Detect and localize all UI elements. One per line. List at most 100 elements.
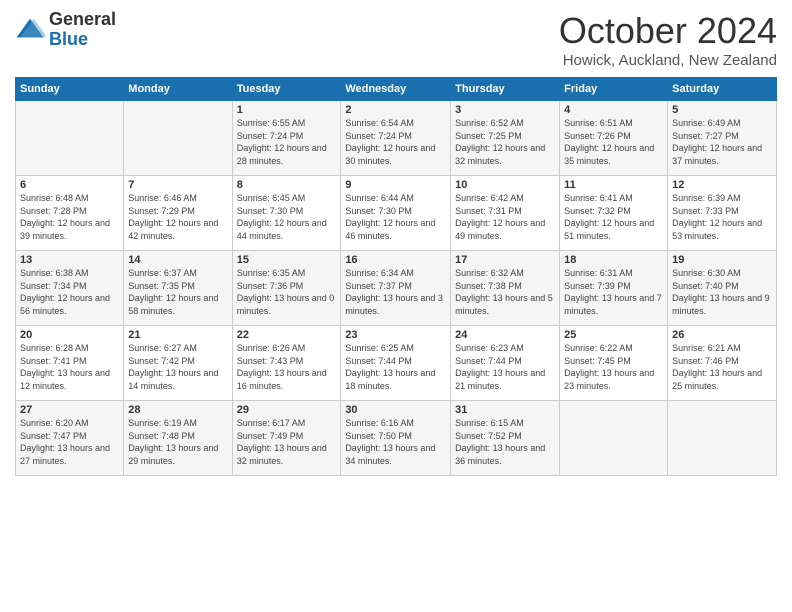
weekday-header-monday: Monday	[124, 78, 232, 101]
calendar-cell: 18Sunrise: 6:31 AMSunset: 7:39 PMDayligh…	[560, 251, 668, 326]
calendar-cell: 19Sunrise: 6:30 AMSunset: 7:40 PMDayligh…	[668, 251, 777, 326]
calendar-cell: 28Sunrise: 6:19 AMSunset: 7:48 PMDayligh…	[124, 401, 232, 476]
day-info: Sunrise: 6:25 AMSunset: 7:44 PMDaylight:…	[345, 342, 446, 392]
day-number: 29	[237, 404, 337, 416]
calendar-week-2: 6Sunrise: 6:48 AMSunset: 7:28 PMDaylight…	[16, 176, 777, 251]
day-info: Sunrise: 6:26 AMSunset: 7:43 PMDaylight:…	[237, 342, 337, 392]
calendar-cell: 7Sunrise: 6:46 AMSunset: 7:29 PMDaylight…	[124, 176, 232, 251]
calendar-cell: 23Sunrise: 6:25 AMSunset: 7:44 PMDayligh…	[341, 326, 451, 401]
day-number: 12	[672, 179, 772, 191]
calendar-cell	[124, 101, 232, 176]
day-number: 18	[564, 254, 663, 266]
calendar-cell: 17Sunrise: 6:32 AMSunset: 7:38 PMDayligh…	[451, 251, 560, 326]
day-info: Sunrise: 6:54 AMSunset: 7:24 PMDaylight:…	[345, 117, 446, 167]
day-number: 30	[345, 404, 446, 416]
calendar-cell: 13Sunrise: 6:38 AMSunset: 7:34 PMDayligh…	[16, 251, 124, 326]
day-info: Sunrise: 6:19 AMSunset: 7:48 PMDaylight:…	[128, 417, 227, 467]
day-info: Sunrise: 6:49 AMSunset: 7:27 PMDaylight:…	[672, 117, 772, 167]
day-number: 14	[128, 254, 227, 266]
day-info: Sunrise: 6:55 AMSunset: 7:24 PMDaylight:…	[237, 117, 337, 167]
calendar-week-3: 13Sunrise: 6:38 AMSunset: 7:34 PMDayligh…	[16, 251, 777, 326]
calendar-week-1: 1Sunrise: 6:55 AMSunset: 7:24 PMDaylight…	[16, 101, 777, 176]
calendar-cell: 11Sunrise: 6:41 AMSunset: 7:32 PMDayligh…	[560, 176, 668, 251]
day-info: Sunrise: 6:51 AMSunset: 7:26 PMDaylight:…	[564, 117, 663, 167]
day-number: 26	[672, 329, 772, 341]
day-number: 10	[455, 179, 555, 191]
day-number: 28	[128, 404, 227, 416]
weekday-header-sunday: Sunday	[16, 78, 124, 101]
calendar-cell: 27Sunrise: 6:20 AMSunset: 7:47 PMDayligh…	[16, 401, 124, 476]
calendar-cell: 4Sunrise: 6:51 AMSunset: 7:26 PMDaylight…	[560, 101, 668, 176]
day-info: Sunrise: 6:17 AMSunset: 7:49 PMDaylight:…	[237, 417, 337, 467]
day-number: 20	[20, 329, 119, 341]
day-number: 21	[128, 329, 227, 341]
day-info: Sunrise: 6:28 AMSunset: 7:41 PMDaylight:…	[20, 342, 119, 392]
day-number: 9	[345, 179, 446, 191]
day-info: Sunrise: 6:52 AMSunset: 7:25 PMDaylight:…	[455, 117, 555, 167]
day-number: 16	[345, 254, 446, 266]
day-info: Sunrise: 6:21 AMSunset: 7:46 PMDaylight:…	[672, 342, 772, 392]
calendar-header: SundayMondayTuesdayWednesdayThursdayFrid…	[16, 78, 777, 101]
weekday-row: SundayMondayTuesdayWednesdayThursdayFrid…	[16, 78, 777, 101]
calendar-cell: 5Sunrise: 6:49 AMSunset: 7:27 PMDaylight…	[668, 101, 777, 176]
day-number: 1	[237, 104, 337, 116]
day-number: 4	[564, 104, 663, 116]
day-info: Sunrise: 6:15 AMSunset: 7:52 PMDaylight:…	[455, 417, 555, 467]
header: General Blue October 2024 Howick, Auckla…	[15, 10, 777, 69]
day-number: 11	[564, 179, 663, 191]
calendar-week-4: 20Sunrise: 6:28 AMSunset: 7:41 PMDayligh…	[16, 326, 777, 401]
calendar-cell: 3Sunrise: 6:52 AMSunset: 7:25 PMDaylight…	[451, 101, 560, 176]
weekday-header-thursday: Thursday	[451, 78, 560, 101]
calendar-cell: 10Sunrise: 6:42 AMSunset: 7:31 PMDayligh…	[451, 176, 560, 251]
day-info: Sunrise: 6:30 AMSunset: 7:40 PMDaylight:…	[672, 267, 772, 317]
day-number: 13	[20, 254, 119, 266]
day-number: 31	[455, 404, 555, 416]
weekday-header-wednesday: Wednesday	[341, 78, 451, 101]
weekday-header-tuesday: Tuesday	[232, 78, 341, 101]
day-number: 7	[128, 179, 227, 191]
calendar-cell	[668, 401, 777, 476]
calendar-table: SundayMondayTuesdayWednesdayThursdayFrid…	[15, 77, 777, 476]
day-info: Sunrise: 6:16 AMSunset: 7:50 PMDaylight:…	[345, 417, 446, 467]
day-info: Sunrise: 6:22 AMSunset: 7:45 PMDaylight:…	[564, 342, 663, 392]
weekday-header-saturday: Saturday	[668, 78, 777, 101]
day-number: 6	[20, 179, 119, 191]
day-number: 23	[345, 329, 446, 341]
day-info: Sunrise: 6:23 AMSunset: 7:44 PMDaylight:…	[455, 342, 555, 392]
calendar-body: 1Sunrise: 6:55 AMSunset: 7:24 PMDaylight…	[16, 101, 777, 476]
calendar-cell: 20Sunrise: 6:28 AMSunset: 7:41 PMDayligh…	[16, 326, 124, 401]
calendar-cell: 1Sunrise: 6:55 AMSunset: 7:24 PMDaylight…	[232, 101, 341, 176]
logo-icon	[15, 15, 45, 45]
day-info: Sunrise: 6:46 AMSunset: 7:29 PMDaylight:…	[128, 192, 227, 242]
calendar-cell: 6Sunrise: 6:48 AMSunset: 7:28 PMDaylight…	[16, 176, 124, 251]
calendar-cell	[560, 401, 668, 476]
day-number: 3	[455, 104, 555, 116]
day-number: 15	[237, 254, 337, 266]
day-info: Sunrise: 6:38 AMSunset: 7:34 PMDaylight:…	[20, 267, 119, 317]
day-info: Sunrise: 6:37 AMSunset: 7:35 PMDaylight:…	[128, 267, 227, 317]
calendar-cell: 2Sunrise: 6:54 AMSunset: 7:24 PMDaylight…	[341, 101, 451, 176]
day-number: 27	[20, 404, 119, 416]
day-info: Sunrise: 6:39 AMSunset: 7:33 PMDaylight:…	[672, 192, 772, 242]
month-title: October 2024	[559, 10, 777, 52]
day-number: 24	[455, 329, 555, 341]
weekday-header-friday: Friday	[560, 78, 668, 101]
calendar-week-5: 27Sunrise: 6:20 AMSunset: 7:47 PMDayligh…	[16, 401, 777, 476]
calendar-cell: 26Sunrise: 6:21 AMSunset: 7:46 PMDayligh…	[668, 326, 777, 401]
day-number: 19	[672, 254, 772, 266]
day-info: Sunrise: 6:45 AMSunset: 7:30 PMDaylight:…	[237, 192, 337, 242]
day-info: Sunrise: 6:35 AMSunset: 7:36 PMDaylight:…	[237, 267, 337, 317]
day-info: Sunrise: 6:48 AMSunset: 7:28 PMDaylight:…	[20, 192, 119, 242]
day-number: 5	[672, 104, 772, 116]
calendar-cell: 15Sunrise: 6:35 AMSunset: 7:36 PMDayligh…	[232, 251, 341, 326]
calendar-cell: 25Sunrise: 6:22 AMSunset: 7:45 PMDayligh…	[560, 326, 668, 401]
logo: General Blue	[15, 10, 116, 50]
calendar-cell: 24Sunrise: 6:23 AMSunset: 7:44 PMDayligh…	[451, 326, 560, 401]
calendar-cell: 31Sunrise: 6:15 AMSunset: 7:52 PMDayligh…	[451, 401, 560, 476]
day-number: 25	[564, 329, 663, 341]
day-info: Sunrise: 6:41 AMSunset: 7:32 PMDaylight:…	[564, 192, 663, 242]
calendar-cell: 16Sunrise: 6:34 AMSunset: 7:37 PMDayligh…	[341, 251, 451, 326]
day-info: Sunrise: 6:27 AMSunset: 7:42 PMDaylight:…	[128, 342, 227, 392]
calendar-cell: 8Sunrise: 6:45 AMSunset: 7:30 PMDaylight…	[232, 176, 341, 251]
logo-blue: Blue	[49, 30, 116, 50]
